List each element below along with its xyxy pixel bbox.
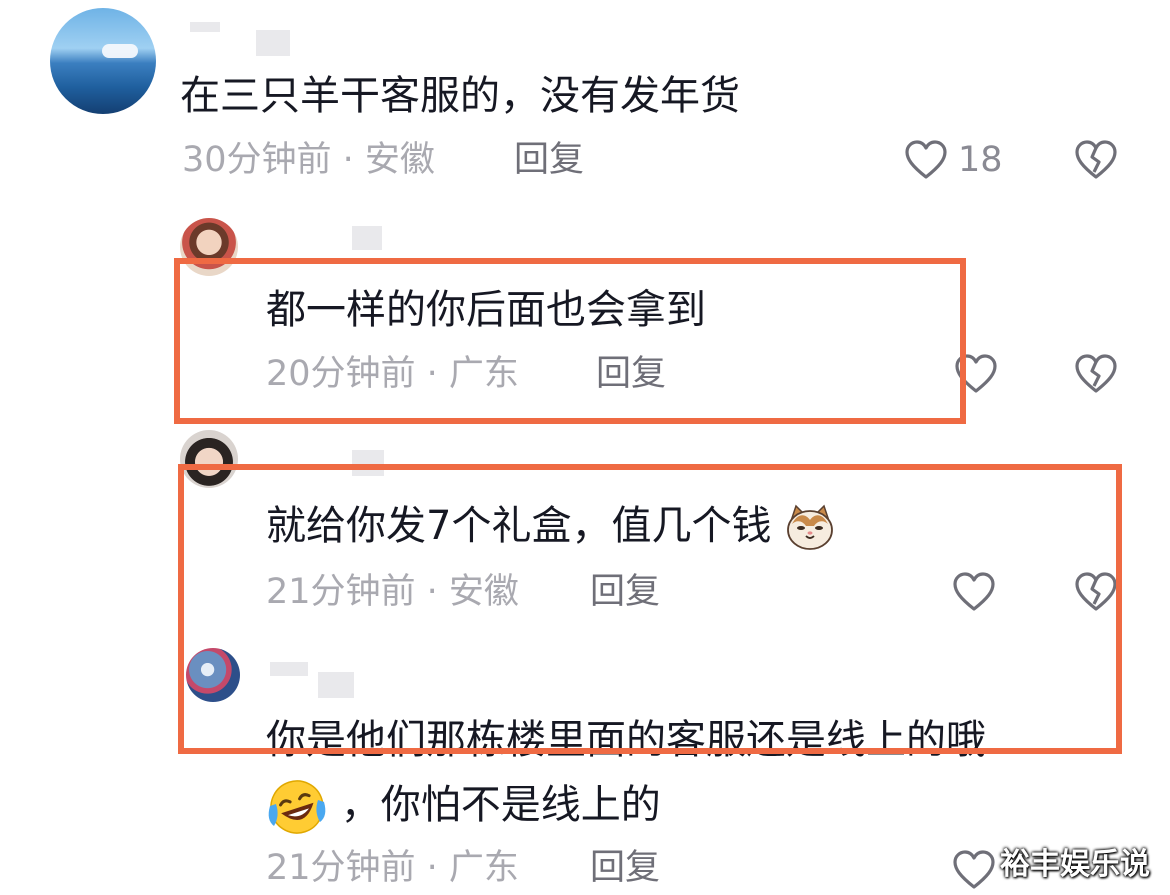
dislike-icon[interactable]: [1072, 136, 1120, 184]
reply-button[interactable]: 回复: [514, 140, 584, 180]
comment-time-location: 21分钟前 · 广东: [266, 848, 519, 888]
comment-text: 在三只羊干客服的，没有发年货: [180, 73, 740, 119]
like-count: 18: [958, 140, 1003, 180]
avatar[interactable]: [50, 8, 156, 114]
watermark: 裕丰娱乐说: [1000, 847, 1150, 882]
laughing-crying-emoji-icon: [268, 780, 326, 834]
username-blurred[interactable]: [256, 30, 290, 56]
reply-button[interactable]: 回复: [590, 848, 660, 888]
highlight-box: [174, 258, 966, 424]
comment-time-location: 30分钟前 · 安徽: [182, 140, 435, 180]
heart-icon[interactable]: [902, 136, 950, 184]
comment-text-line2: ，你怕不是线上的: [266, 776, 661, 838]
comment-text-content: ，你怕不是线上的: [340, 782, 661, 828]
heart-icon[interactable]: [950, 846, 998, 894]
dislike-icon[interactable]: [1072, 350, 1120, 398]
username-blurred[interactable]: [352, 226, 382, 250]
username-blurred[interactable]: [190, 22, 220, 32]
highlight-box: [178, 464, 1122, 754]
